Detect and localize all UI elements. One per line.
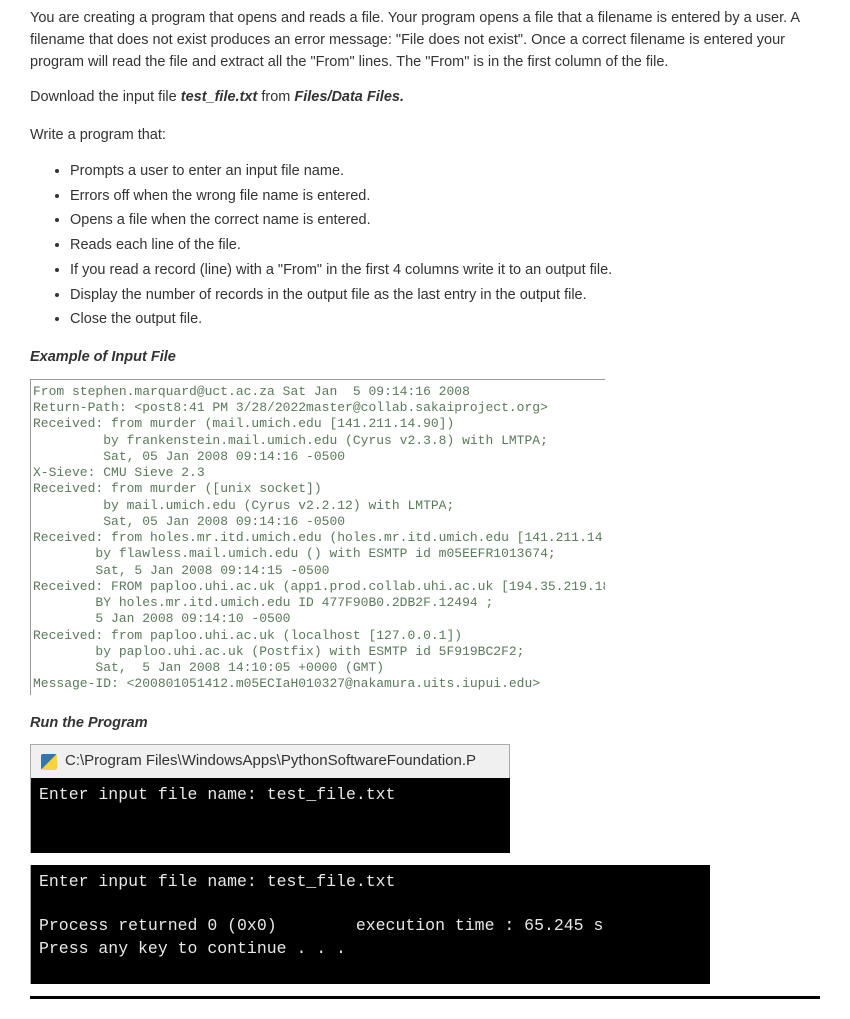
steps-list: Prompts a user to enter an input file na… — [70, 161, 820, 331]
list-item: Display the number of records in the out… — [70, 285, 820, 307]
example-input-block: From stephen.marquard@uct.ac.za Sat Jan … — [30, 379, 605, 695]
list-item: Prompts a user to enter an input file na… — [70, 161, 820, 183]
terminal-title-text: C:\Program Files\WindowsApps\PythonSoftw… — [65, 750, 476, 773]
download-middle: from — [257, 89, 294, 105]
intro-paragraph: You are creating a program that opens an… — [30, 8, 820, 73]
page-divider — [30, 996, 820, 999]
download-line: Download the input file test_file.txt fr… — [30, 87, 820, 109]
write-prompt: Write a program that: — [30, 125, 820, 147]
terminal-title-bar: C:\Program Files\WindowsApps\PythonSoftw… — [30, 744, 510, 778]
example-heading: Example of Input File — [30, 347, 820, 369]
download-prefix: Download the input file — [30, 89, 181, 105]
terminal-1: C:\Program Files\WindowsApps\PythonSoftw… — [30, 744, 820, 853]
terminal-body-1: Enter input file name: test_file.txt — [30, 778, 510, 853]
download-folder: Files/Data Files. — [294, 89, 404, 105]
list-item: Close the output file. — [70, 309, 820, 331]
list-item: Opens a file when the correct name is en… — [70, 210, 820, 232]
list-item: If you read a record (line) with a "From… — [70, 260, 820, 282]
terminal-body-2: Enter input file name: test_file.txt Pro… — [30, 865, 710, 984]
list-item: Errors off when the wrong file name is e… — [70, 186, 820, 208]
download-file: test_file.txt — [181, 89, 258, 105]
terminal-2: Enter input file name: test_file.txt Pro… — [30, 865, 820, 984]
run-heading: Run the Program — [30, 713, 820, 735]
python-icon — [41, 754, 57, 770]
list-item: Reads each line of the file. — [70, 235, 820, 257]
